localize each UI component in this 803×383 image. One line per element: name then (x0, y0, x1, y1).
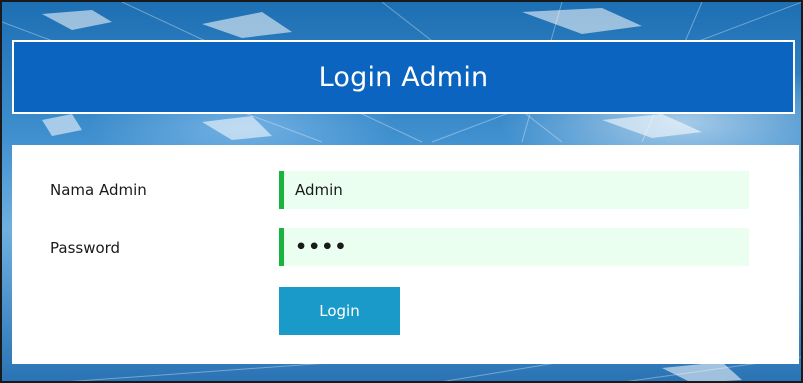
username-label: Nama Admin (50, 181, 147, 199)
password-masked-value: •••• (295, 235, 348, 258)
login-window: Login Admin Nama Admin Admin Password ••… (0, 0, 803, 383)
username-value: Admin (295, 181, 343, 199)
page-title: Login Admin (318, 61, 489, 93)
password-field[interactable]: •••• (279, 228, 749, 266)
login-header-banner: Login Admin (12, 40, 795, 114)
username-field[interactable]: Admin (279, 171, 749, 209)
password-label: Password (50, 239, 121, 257)
login-button[interactable]: Login (279, 287, 400, 335)
login-form-panel: Nama Admin Admin Password •••• Login (12, 145, 799, 364)
